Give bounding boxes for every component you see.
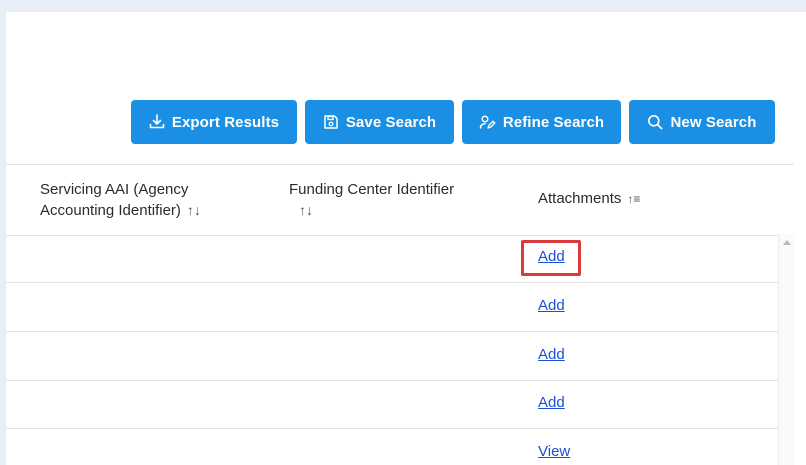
column-header-label: Funding Center Identifier <box>289 181 455 198</box>
export-results-button[interactable]: Export Results <box>131 100 297 144</box>
column-header-funding-center[interactable]: Funding Center Identifier ↑↓ <box>289 180 509 220</box>
export-results-label: Export Results <box>171 113 280 131</box>
column-header-label: Attachments <box>538 190 622 207</box>
table-header: Servicing AAI (Agency Accounting Identif… <box>6 164 794 236</box>
attachment-view-link[interactable]: View <box>538 443 570 460</box>
table-row: Add <box>6 332 778 381</box>
save-icon <box>324 115 338 129</box>
refine-search-button[interactable]: Refine Search <box>462 100 621 144</box>
refine-search-label: Refine Search <box>502 113 605 131</box>
column-header-label: Servicing AAI (Agency Accounting Identif… <box>40 181 189 219</box>
save-search-label: Save Search <box>345 113 437 131</box>
new-search-label: New Search <box>670 113 757 131</box>
table-row: Add <box>6 283 778 332</box>
user-edit-icon <box>479 115 496 129</box>
save-search-button[interactable]: Save Search <box>305 100 454 144</box>
new-search-button[interactable]: New Search <box>629 100 775 144</box>
sort-icon[interactable]: ↑↓ <box>299 200 509 220</box>
attachment-add-link[interactable]: Add <box>538 346 565 363</box>
results-panel: Export Results Save Search Refine Search <box>6 12 806 465</box>
sort-icon[interactable]: ↑↓ <box>187 202 201 218</box>
sort-ascending-icon[interactable]: ↑≡ <box>627 192 640 206</box>
highlight-box <box>521 240 581 276</box>
column-header-servicing-aai[interactable]: Servicing AAI (Agency Accounting Identif… <box>40 180 260 221</box>
table-row: Add <box>6 234 778 283</box>
attachment-add-link[interactable]: Add <box>538 394 565 411</box>
table-row: Add <box>6 380 778 429</box>
attachment-add-link[interactable]: Add <box>538 297 565 314</box>
vertical-scrollbar[interactable] <box>778 234 795 465</box>
table-row: View <box>6 429 778 465</box>
download-icon <box>149 114 165 129</box>
toolbar: Export Results Save Search Refine Search <box>131 100 775 144</box>
column-header-attachments[interactable]: Attachments ↑≡ <box>538 189 738 209</box>
scroll-up-arrow-icon[interactable] <box>783 240 791 245</box>
search-icon <box>648 115 663 130</box>
